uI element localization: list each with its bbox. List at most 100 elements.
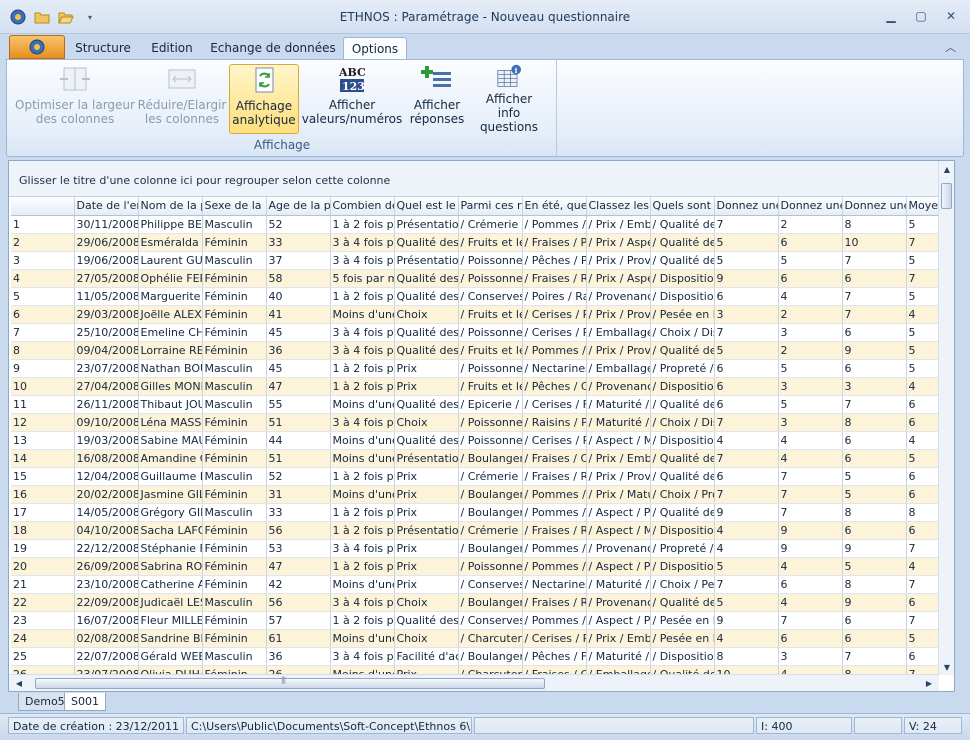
table-cell[interactable]: 20/02/2008 bbox=[74, 485, 139, 504]
table-cell[interactable]: 1 à 2 fois pa bbox=[330, 557, 395, 576]
scroll-down-icon[interactable]: ▼ bbox=[939, 659, 955, 675]
table-cell[interactable]: 3 bbox=[11, 251, 75, 270]
table-cell[interactable]: Présentation bbox=[394, 251, 459, 270]
column-header[interactable]: Donnez une bbox=[714, 197, 779, 216]
table-cell[interactable]: Féminin bbox=[202, 269, 267, 288]
table-cell[interactable]: 5 bbox=[842, 557, 907, 576]
table-cell[interactable]: / Conserves bbox=[458, 287, 523, 306]
table-cell[interactable]: 7 bbox=[714, 413, 779, 432]
table-cell[interactable]: / Poissonner bbox=[458, 359, 523, 378]
table-cell[interactable]: 51 bbox=[266, 449, 331, 468]
table-cell[interactable]: / Fruits et lé bbox=[458, 341, 523, 360]
table-cell[interactable]: / Qualité des bbox=[650, 395, 715, 414]
table-cell[interactable]: Féminin bbox=[202, 287, 267, 306]
table-row[interactable]: 12 09/10/2008 Léna MASSE Féminin 51 3 à 4 foi… bbox=[11, 413, 939, 432]
analytic-view-button[interactable]: Affichage analytique bbox=[229, 64, 299, 134]
table-cell[interactable]: / Cerises / Pe bbox=[522, 431, 587, 450]
table-cell[interactable]: 20 bbox=[11, 557, 75, 576]
table-cell[interactable]: Prix bbox=[394, 359, 459, 378]
table-cell[interactable]: Marguerite T bbox=[138, 287, 203, 306]
table-row[interactable]: 21 23/10/2008 Catherine AI Féminin 42 Moins d… bbox=[11, 575, 939, 594]
table-cell[interactable]: 7 bbox=[778, 503, 843, 522]
table-cell[interactable]: / Boulangeri bbox=[458, 539, 523, 558]
table-row[interactable]: 229/06/2008Esméralda SCFéminin333 à 4 fo… bbox=[11, 233, 939, 252]
table-cell[interactable]: 45 bbox=[266, 359, 331, 378]
table-cell[interactable]: Féminin bbox=[202, 305, 267, 324]
table-cell[interactable]: / Fruits et lé bbox=[458, 233, 523, 252]
table-cell[interactable]: 23 bbox=[11, 611, 75, 630]
table-row[interactable]: 1319/03/2008Sabine MAUIFéminin44Moins d'… bbox=[11, 431, 939, 450]
horizontal-scrollbar[interactable]: ◀ ||| ▶ bbox=[9, 674, 939, 691]
table-cell[interactable]: / Raisins / Pê bbox=[522, 413, 587, 432]
table-cell[interactable]: Qualité des p bbox=[394, 431, 459, 450]
table-cell[interactable]: 21 bbox=[11, 575, 75, 594]
table-cell[interactable]: 5 bbox=[906, 323, 939, 342]
table-cell[interactable]: Féminin bbox=[202, 629, 267, 648]
table-cell[interactable]: / Cerises / Fr bbox=[522, 395, 587, 414]
table-cell[interactable]: 4 bbox=[714, 431, 779, 450]
table-cell[interactable]: / Qualité des bbox=[650, 467, 715, 486]
show-answers-button[interactable]: Afficher réponses bbox=[405, 64, 469, 134]
table-cell[interactable]: 5 bbox=[714, 557, 779, 576]
table-cell[interactable]: 61 bbox=[266, 629, 331, 648]
table-cell[interactable]: / Disposition bbox=[650, 287, 715, 306]
table-cell[interactable]: Masculin bbox=[202, 395, 267, 414]
table-cell[interactable]: / Pommes / F bbox=[522, 557, 587, 576]
table-cell[interactable]: 14 bbox=[11, 449, 75, 468]
table-cell[interactable]: 33 bbox=[266, 503, 331, 522]
table-cell[interactable]: / Disposition bbox=[650, 431, 715, 450]
table-cell[interactable]: Masculin bbox=[202, 467, 267, 486]
table-cell[interactable]: 6 bbox=[906, 467, 939, 486]
table-row[interactable]: 1922/12/2008Stéphanie FIFéminin533 à 4 f… bbox=[11, 539, 939, 558]
table-row[interactable]: 2222/09/2008Judicaël LES.Masculin563 à 4… bbox=[11, 593, 939, 612]
table-cell[interactable]: / Qualité des bbox=[650, 215, 715, 234]
table-cell[interactable]: 6 bbox=[778, 575, 843, 594]
table-cell[interactable]: 7 bbox=[714, 215, 779, 234]
table-cell[interactable]: 6 bbox=[842, 449, 907, 468]
table-cell[interactable]: 7 bbox=[906, 539, 939, 558]
table-cell[interactable]: / Propreté / bbox=[650, 539, 715, 558]
table-cell[interactable]: 6 bbox=[842, 521, 907, 540]
table-cell[interactable]: / Fraises / Pê bbox=[522, 233, 587, 252]
table-cell[interactable]: 18 bbox=[11, 521, 75, 540]
table-row[interactable]: 1804/10/2008Sacha LAFOIFéminin561 à 2 fo… bbox=[11, 521, 939, 540]
table-cell[interactable]: 7 bbox=[842, 647, 907, 666]
table-cell[interactable]: Amandine GI bbox=[138, 449, 203, 468]
table-cell[interactable]: / Fraises / Ra bbox=[522, 521, 587, 540]
table-cell[interactable]: Féminin bbox=[202, 539, 267, 558]
table-cell[interactable]: 24 bbox=[11, 629, 75, 648]
table-cell[interactable]: / Choix / Pro bbox=[650, 485, 715, 504]
table-cell[interactable]: Thibaut JOU bbox=[138, 395, 203, 414]
table-cell[interactable]: 3 bbox=[778, 377, 843, 396]
tab-structure[interactable]: Structure bbox=[68, 37, 138, 60]
table-cell[interactable]: / Fruits et lé bbox=[458, 305, 523, 324]
table-cell[interactable]: 42 bbox=[266, 575, 331, 594]
table-cell[interactable]: Choix bbox=[394, 413, 459, 432]
table-cell[interactable]: / Aspect / Pr bbox=[586, 611, 651, 630]
table-cell[interactable]: Fleur MILLET bbox=[138, 611, 203, 630]
table-cell[interactable]: 7 bbox=[906, 269, 939, 288]
table-cell[interactable]: 8 bbox=[11, 341, 75, 360]
table-cell[interactable]: / Fraises / Ra bbox=[522, 269, 587, 288]
table-cell[interactable]: 44 bbox=[266, 431, 331, 450]
table-cell[interactable]: / Qualité des bbox=[650, 593, 715, 612]
table-cell[interactable]: Qualité des p bbox=[394, 341, 459, 360]
close-icon[interactable]: ✕ bbox=[938, 6, 964, 26]
table-cell[interactable]: Sabrina ROD bbox=[138, 557, 203, 576]
table-cell[interactable]: 9 bbox=[11, 359, 75, 378]
table-cell[interactable]: 55 bbox=[266, 395, 331, 414]
show-question-info-button[interactable]: i Afficher info questions bbox=[473, 64, 545, 134]
table-cell[interactable]: / Choix / Pes bbox=[650, 575, 715, 594]
table-cell[interactable]: / Fraises / Ra bbox=[522, 467, 587, 486]
table-cell[interactable]: / Pêches / Fr bbox=[522, 647, 587, 666]
table-cell[interactable]: 5 bbox=[842, 485, 907, 504]
table-cell[interactable]: 6 bbox=[778, 269, 843, 288]
table-cell[interactable]: / Pêches / Ce bbox=[522, 377, 587, 396]
table-cell[interactable]: 5 fois par mo bbox=[330, 269, 395, 288]
table-cell[interactable]: 4 bbox=[778, 593, 843, 612]
table-cell[interactable]: / Poissonner bbox=[458, 557, 523, 576]
table-cell[interactable]: 25 bbox=[11, 647, 75, 666]
table-cell[interactable]: / Cerises / Pe bbox=[522, 629, 587, 648]
vertical-scrollbar[interactable]: ▲ ▼ bbox=[938, 161, 954, 675]
table-cell[interactable]: / Pêches / Po bbox=[522, 251, 587, 270]
